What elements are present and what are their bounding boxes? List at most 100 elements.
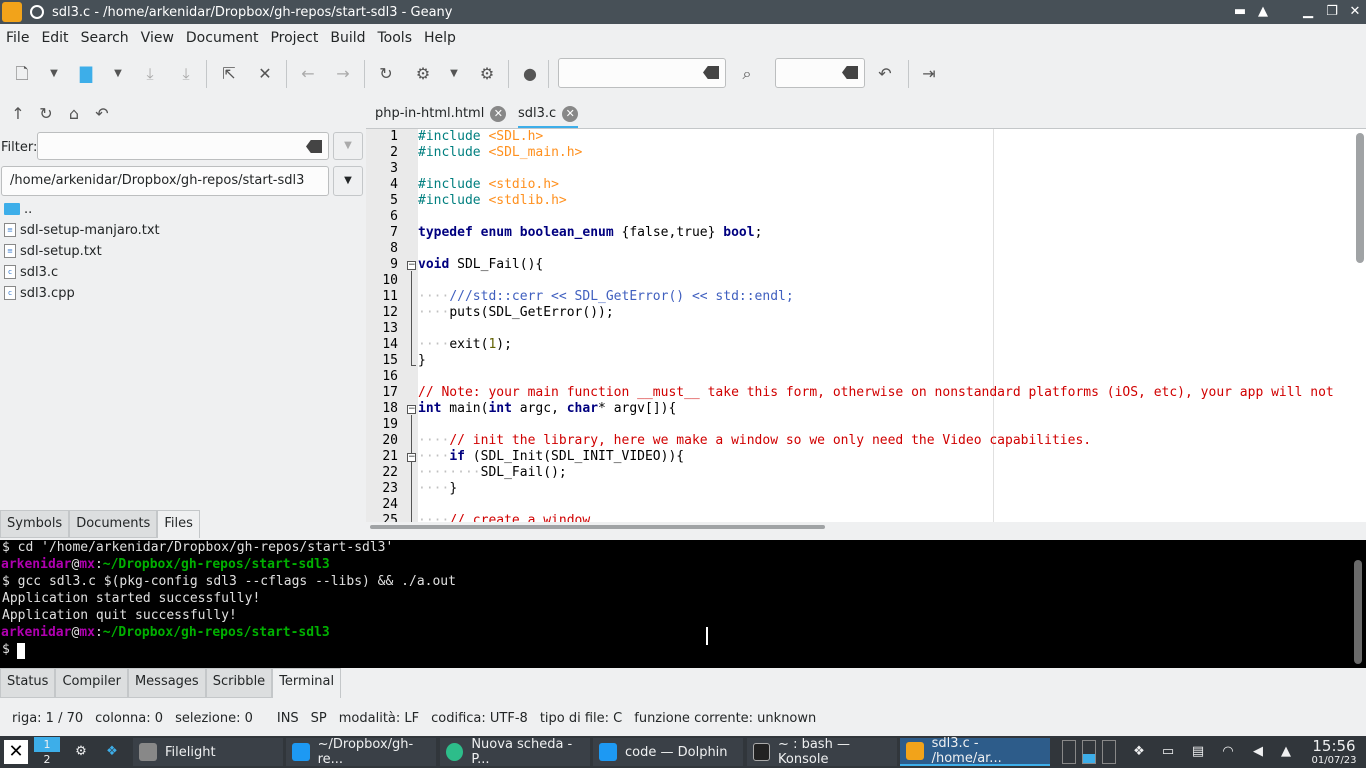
file-item[interactable]: c sdl3.cpp [4, 283, 75, 303]
home-icon[interactable]: ⌂ [64, 104, 84, 124]
run-gears-icon[interactable]: ⚙ [477, 64, 497, 84]
reload-icon[interactable]: ↻ [376, 64, 396, 84]
keep-above-icon[interactable]: ▲ [1254, 3, 1272, 21]
navigate-forward-icon[interactable]: → [333, 64, 353, 84]
desktop-2[interactable]: 2 [34, 752, 60, 767]
open-dropdown-icon[interactable]: ▼ [108, 64, 128, 84]
preprocessor-token: #include [418, 145, 489, 160]
clipboard-icon[interactable]: ▤ [1190, 744, 1206, 760]
close-tab-icon[interactable]: ✕ [562, 105, 579, 122]
fold-toggle-icon[interactable]: − [407, 261, 416, 270]
pin-icon[interactable] [30, 5, 44, 19]
minimize-button[interactable]: ▁ [1299, 3, 1317, 21]
tab-documents[interactable]: Documents [69, 510, 158, 538]
geany-app-icon[interactable] [2, 2, 22, 22]
menu-build[interactable]: Build [324, 30, 371, 46]
settings-gears-icon[interactable]: ⚙ [73, 744, 89, 760]
path-input[interactable]: /home/arkenidar/Dropbox/gh-repos/start-s… [1, 166, 329, 196]
quit-icon[interactable]: ⇥ [919, 64, 939, 84]
tab-symbols[interactable]: Symbols [0, 510, 70, 538]
line-number: 3 [390, 161, 398, 176]
tab-scribble[interactable]: Scribble [205, 668, 273, 698]
task-dolphin[interactable]: code — Dolphin [593, 738, 743, 766]
tab-compiler[interactable]: Compiler [55, 668, 128, 698]
code-line: #include <stdio.h> [418, 177, 559, 192]
clear-search-icon[interactable] [703, 66, 719, 79]
menu-edit[interactable]: Edit [35, 30, 74, 46]
dropbox-icon[interactable]: ❖ [104, 744, 120, 760]
terminal-scrollbar[interactable] [1354, 560, 1362, 664]
search-icon[interactable]: ⌕ [737, 64, 757, 84]
task-konsole[interactable]: ~ : bash — Konsole [747, 737, 897, 767]
tab-terminal[interactable]: Terminal [272, 668, 342, 698]
open-folder-icon[interactable]: ▇ [76, 64, 96, 84]
color-picker-drop-icon[interactable]: ● [520, 64, 540, 84]
filter-input[interactable] [37, 132, 329, 160]
doc-tab-active[interactable]: sdl3.c ✕ [518, 100, 579, 128]
filter-dropdown-icon[interactable]: ▼ [333, 132, 363, 160]
file-item[interactable]: ≡ sdl-setup.txt [4, 241, 102, 261]
desktop-1[interactable]: 1 [34, 737, 60, 752]
new-dropdown-icon[interactable]: ▼ [44, 64, 64, 84]
menu-tools[interactable]: Tools [372, 30, 419, 46]
task-geany[interactable]: sdl3.c - /home/ar... [900, 736, 1050, 766]
close-tab-icon[interactable]: ✕ [490, 105, 507, 122]
close-file-icon[interactable]: ✕ [255, 64, 275, 84]
goto-line-input[interactable] [775, 58, 865, 88]
new-file-icon[interactable]: 🗋 [12, 64, 32, 84]
up-arrow-icon[interactable]: ↑ [8, 104, 28, 124]
minimize-alt-icon[interactable]: ▬ [1231, 3, 1249, 21]
menu-bar: File Edit Search View Document Project B… [0, 24, 1366, 52]
volume-icon[interactable]: ◀ [1250, 744, 1266, 760]
terminal-cursor [17, 643, 25, 659]
refresh-icon[interactable]: ↻ [36, 104, 56, 124]
tab-status[interactable]: Status [0, 668, 56, 698]
task-browser[interactable]: Nuova scheda - P... [440, 737, 590, 767]
set-path-icon[interactable]: ↶ [92, 104, 112, 124]
jump-to-line-icon[interactable]: ↶ [875, 64, 895, 84]
mx-menu-icon[interactable]: ✕ [4, 740, 28, 764]
terminal-tray-icon[interactable]: ▭ [1160, 744, 1176, 760]
clock-time[interactable]: 15:56 [1304, 737, 1364, 755]
task-filelight[interactable]: Filelight [133, 738, 283, 766]
save-all-icon[interactable]: ⤓ [176, 64, 196, 84]
file-item[interactable]: c sdl3.c [4, 262, 58, 282]
menu-help[interactable]: Help [418, 30, 462, 46]
path-dropdown-icon[interactable]: ▼ [333, 166, 363, 196]
editor-vertical-scrollbar[interactable] [1356, 133, 1364, 263]
search-input[interactable] [558, 58, 726, 88]
wifi-icon[interactable]: ◠ [1220, 744, 1236, 760]
doc-tab[interactable]: php-in-html.html ✕ [375, 100, 507, 128]
dropbox-tray-icon[interactable]: ❖ [1131, 744, 1147, 760]
revert-icon[interactable]: ⇱ [219, 64, 239, 84]
code-editor[interactable]: 1 2 3 4 5 6 7 8 9 10 11 12 13 14 15 16 1… [366, 128, 1366, 522]
line-number: 22 [382, 465, 398, 480]
build-gear-icon[interactable]: ⚙ [413, 64, 433, 84]
menu-document[interactable]: Document [180, 30, 265, 46]
fold-toggle-icon[interactable]: − [407, 405, 416, 414]
menu-search[interactable]: Search [75, 30, 135, 46]
save-icon[interactable]: ⤓ [140, 64, 160, 84]
file-item-parent[interactable]: .. [4, 199, 32, 219]
clear-filter-icon[interactable] [306, 140, 322, 153]
clear-goto-icon[interactable] [842, 66, 858, 79]
code-line: // Note: your main function __must__ tak… [418, 385, 1334, 400]
fold-toggle-icon[interactable]: − [407, 453, 416, 462]
navigate-back-icon[interactable]: ← [298, 64, 318, 84]
terminal-panel[interactable]: $ cd '/home/arkenidar/Dropbox/gh-repos/s… [0, 540, 1366, 668]
menu-file[interactable]: File [0, 30, 35, 46]
code-token: argc, [511, 401, 567, 416]
close-button[interactable]: ✕ [1346, 3, 1364, 21]
editor-horizontal-scrollbar[interactable] [370, 525, 825, 529]
task-terminal[interactable]: ~/Dropbox/gh-re... [286, 737, 436, 767]
maximize-button[interactable]: ❐ [1323, 3, 1341, 21]
tab-files[interactable]: Files [157, 510, 200, 538]
menu-project[interactable]: Project [264, 30, 324, 46]
window-titlebar[interactable]: sdl3.c - /home/arkenidar/Dropbox/gh-repo… [0, 0, 1366, 24]
menu-view[interactable]: View [135, 30, 180, 46]
tray-expand-icon[interactable]: ▲ [1278, 744, 1294, 760]
build-dropdown-icon[interactable]: ▼ [444, 64, 464, 84]
file-item[interactable]: ≡ sdl-setup-manjaro.txt [4, 220, 160, 240]
tab-messages[interactable]: Messages [127, 668, 206, 698]
keyword-token: if [449, 449, 465, 464]
